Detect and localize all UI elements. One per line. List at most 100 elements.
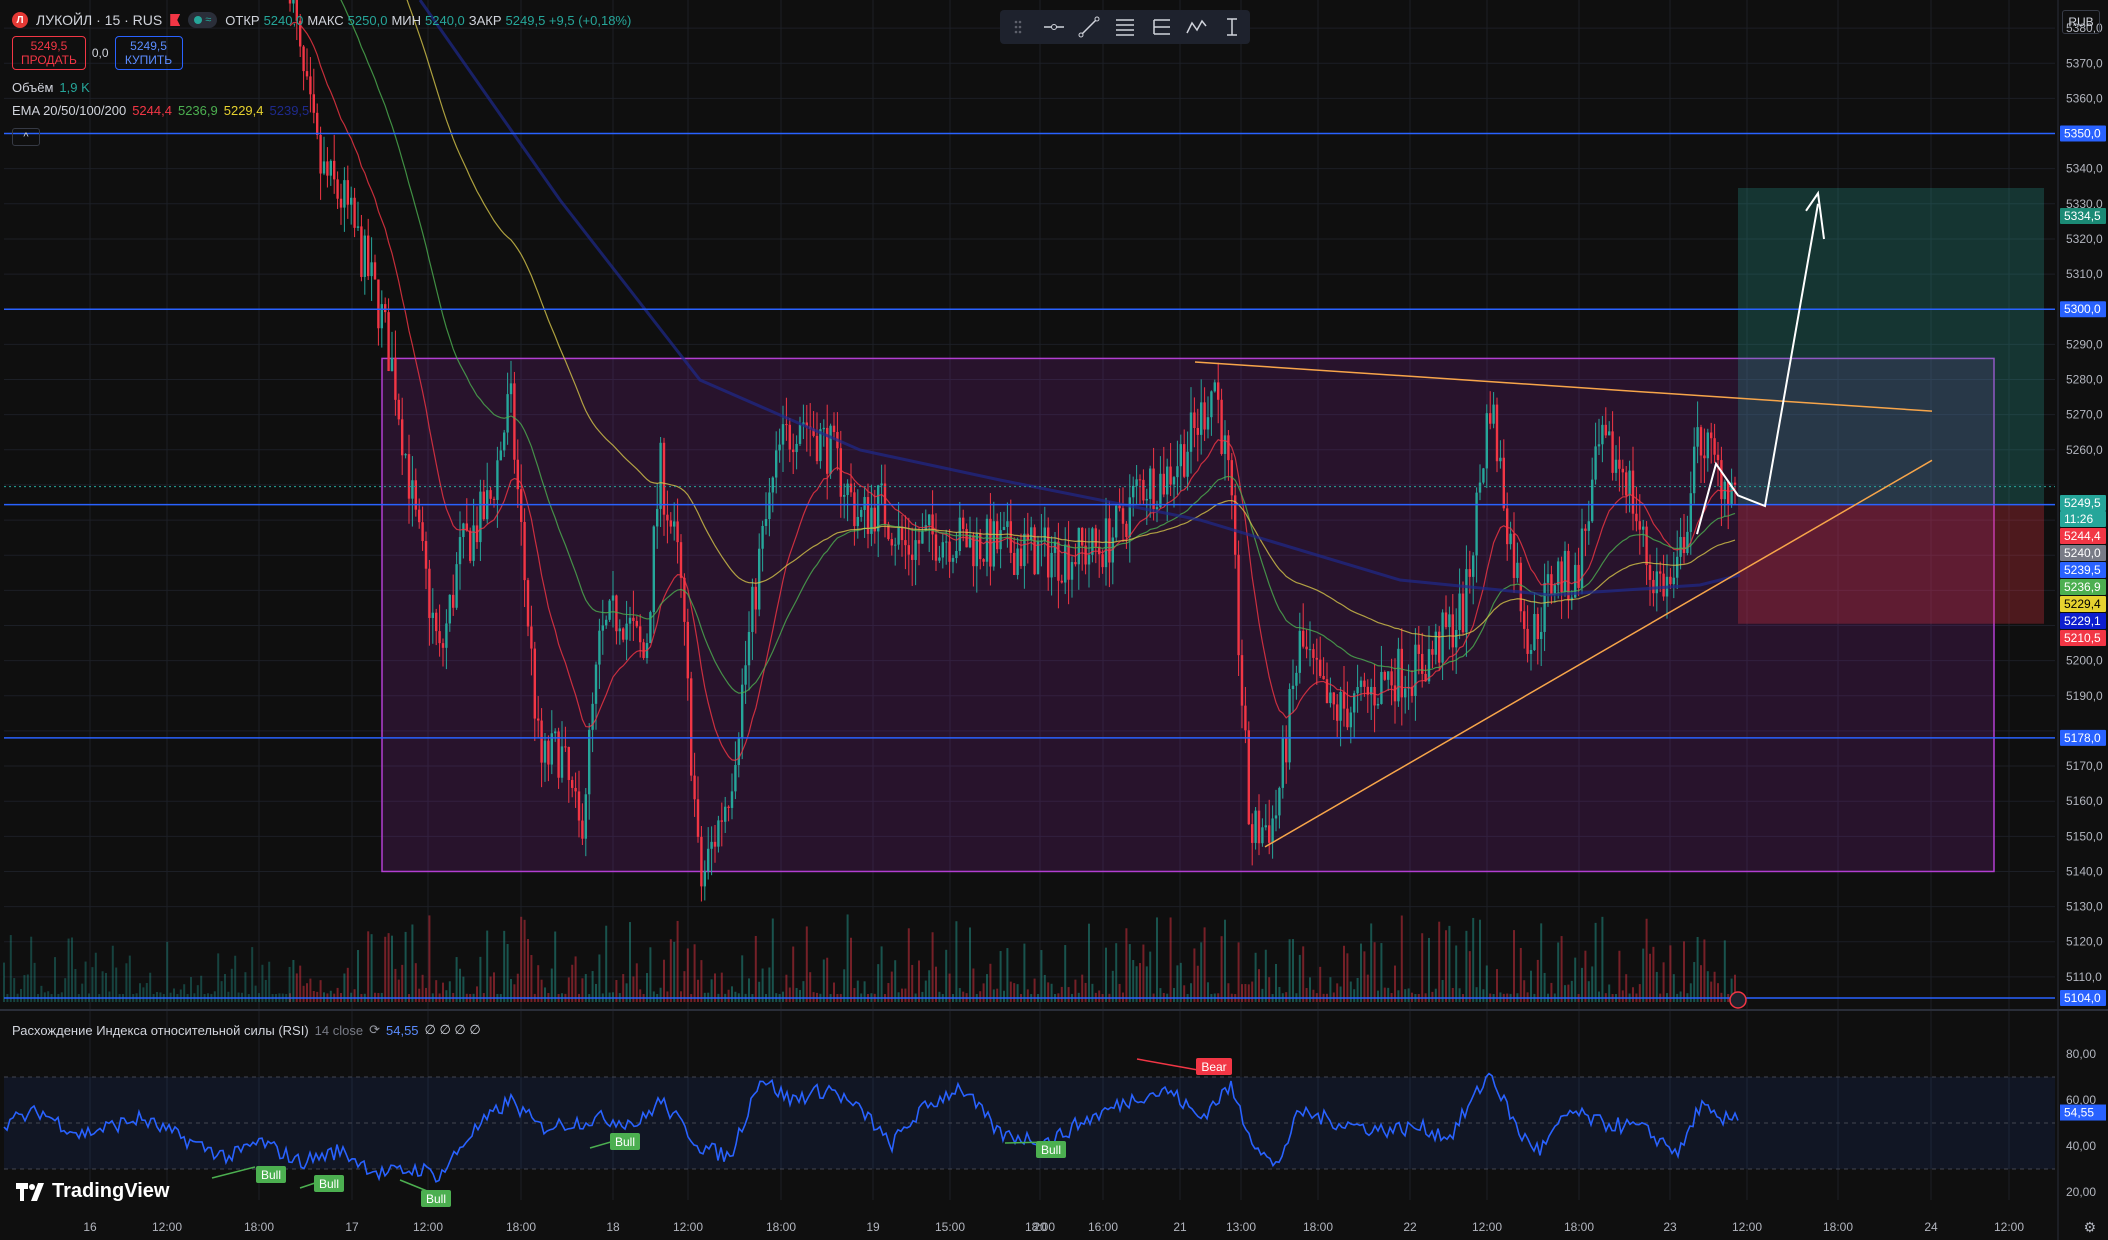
candle-body: [996, 521, 999, 550]
time-axis-tick: 18:00: [506, 1220, 536, 1234]
volume-bar: [74, 968, 77, 1002]
candle-body: [1050, 552, 1053, 578]
ema50-value: 5236,9: [177, 103, 218, 118]
drag-handle-icon[interactable]: [1005, 14, 1031, 40]
volume-bar: [1363, 951, 1366, 1002]
volume-bar: [370, 934, 373, 1002]
fib-retracement-icon[interactable]: [1112, 14, 1138, 40]
bull-label: Bull: [319, 1177, 339, 1191]
candle-body: [1523, 611, 1526, 629]
trend-line-icon[interactable]: [1076, 14, 1102, 40]
volume-bar: [1169, 917, 1172, 1002]
volume-bar: [595, 983, 597, 1002]
candle-body: [377, 279, 380, 329]
candle-body: [1203, 402, 1206, 430]
volume-bar: [1468, 951, 1471, 1002]
candle-body: [1536, 613, 1539, 640]
volume-bar: [1125, 928, 1128, 1002]
price-badge-label: 5334,5: [2064, 209, 2101, 223]
candle-body: [679, 542, 683, 578]
pattern-icon[interactable]: [1183, 14, 1209, 40]
target-zone[interactable]: [1738, 187, 2044, 505]
collapse-legend-button[interactable]: ^: [12, 128, 40, 146]
candle-body: [1618, 459, 1621, 469]
candle-body: [554, 731, 557, 734]
price-axis-tick: 5260,0: [2066, 443, 2103, 457]
candle-body: [530, 626, 533, 649]
volume-bar: [1618, 950, 1621, 1002]
candle-body: [598, 630, 601, 665]
price-chart[interactable]: 5380,05370,05360,05340,05330,05320,05310…: [0, 0, 2108, 1240]
volume-bar: [1723, 940, 1726, 1002]
candle-body: [941, 542, 944, 558]
candle-body: [849, 483, 853, 493]
candle-body: [1030, 527, 1033, 541]
candle-body: [1400, 648, 1403, 698]
volume-bar: [1621, 990, 1624, 1002]
price-axis-tick: 5290,0: [2066, 337, 2103, 351]
market-status-badge[interactable]: ≈: [188, 12, 218, 28]
candle-body: [1356, 687, 1359, 694]
candle-body: [1733, 482, 1737, 485]
volume-bar: [1421, 933, 1424, 1002]
candle-body: [1621, 468, 1624, 473]
candle-body: [1016, 548, 1019, 575]
candle-body: [1043, 527, 1046, 542]
volume-bar: [323, 992, 325, 1002]
candle-body: [1601, 424, 1604, 445]
volume-bar: [479, 956, 482, 1002]
refresh-icon[interactable]: ⟳: [369, 1022, 380, 1038]
volume-bar: [3, 962, 5, 1002]
candle-body: [1441, 612, 1444, 663]
ohlc-value-0: 5240,0: [263, 12, 304, 28]
price-axis-tick: 5120,0: [2066, 935, 2103, 949]
candle-body: [401, 419, 404, 456]
volume-bar: [1652, 946, 1655, 1002]
buy-price: 5249,5: [130, 39, 167, 53]
volume-bar: [329, 990, 332, 1002]
volume-bar: [669, 939, 672, 1002]
rsi-legend[interactable]: Расхождение Индекса относительной силы (…: [12, 1022, 481, 1038]
candle-body: [1716, 454, 1720, 461]
tradingview-logo[interactable]: TradingView: [16, 1180, 169, 1203]
measure-icon[interactable]: [1219, 14, 1245, 40]
volume-bar: [108, 991, 111, 1002]
volume-legend[interactable]: Объём 1,9 K: [12, 80, 90, 95]
candle-body: [1397, 648, 1400, 702]
volume-bar: [1608, 984, 1611, 1002]
candle-body: [435, 612, 438, 632]
candle-body: [962, 517, 965, 529]
candle-body: [700, 836, 703, 887]
buy-button[interactable]: 5249,5 КУПИТЬ: [114, 36, 183, 70]
alert-lightning-icon[interactable]: [1729, 991, 1747, 1009]
settings-gear-icon[interactable]: ⚙: [2083, 1219, 2096, 1236]
volume-bar: [183, 984, 186, 1002]
volume-bar: [1601, 916, 1604, 1002]
candle-body: [499, 450, 502, 461]
candle-body: [1332, 692, 1335, 705]
symbol-title[interactable]: ЛУКОЙЛ · 15 · RUS: [36, 12, 162, 28]
stop-zone[interactable]: [1738, 504, 2044, 624]
horizontal-line-icon[interactable]: [1041, 14, 1067, 40]
volume-bar: [391, 935, 393, 1002]
ema-legend[interactable]: EMA 20/50/100/200 5244,4 5236,9 5229,4 5…: [12, 103, 309, 118]
sell-button[interactable]: 5249,5 ПРОДАТЬ: [12, 36, 86, 70]
candle-body: [1223, 435, 1227, 454]
price-badge-label: 5244,4: [2064, 529, 2101, 543]
candle-body: [1638, 521, 1641, 530]
candle-body: [1659, 571, 1662, 574]
volume-bar: [288, 966, 291, 1002]
volume-bar: [1482, 989, 1485, 1002]
candle-body: [934, 534, 938, 561]
level-label: 5300,0: [2064, 302, 2101, 316]
volume-bar: [758, 981, 761, 1002]
pitchfork-icon[interactable]: [1148, 14, 1174, 40]
candle-body: [1635, 513, 1638, 522]
candle-body: [1475, 492, 1478, 556]
time-axis-tick: 21: [1173, 1220, 1187, 1234]
flag-icon[interactable]: [170, 14, 181, 26]
candle-body: [1305, 646, 1308, 650]
volume-bar: [91, 967, 94, 1002]
candle-body: [673, 521, 676, 527]
currency-selector[interactable]: RUB: [2062, 10, 2100, 34]
